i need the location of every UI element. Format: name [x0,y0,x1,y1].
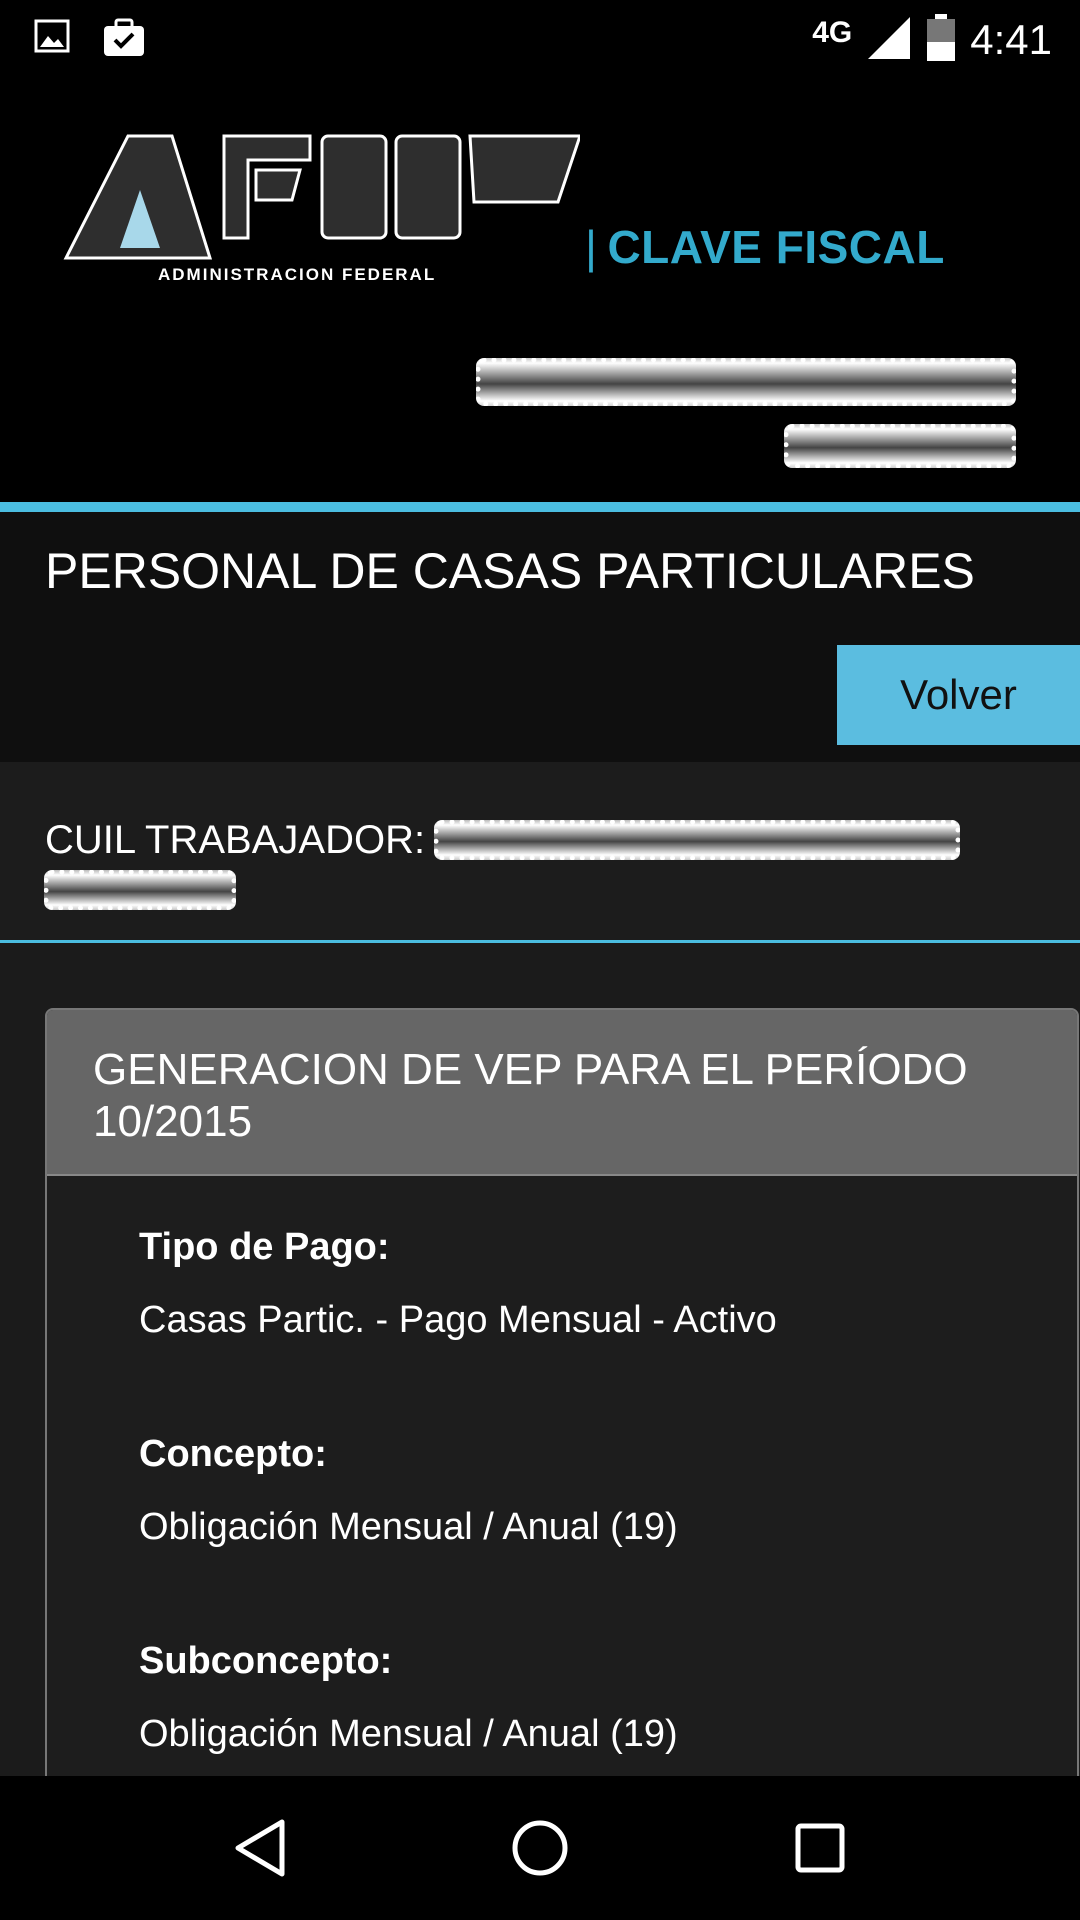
panel-title: GENERACION DE VEP PARA EL PERÍODO 10/201… [47,1010,1077,1176]
app-header: ADMINISTRACION FEDERAL | CLAVE FISCAL [0,80,1080,502]
redacted-user-id [784,424,1016,468]
worker-info: CUIL TRABAJADOR: [0,762,1080,942]
concept-field: Concepto: Obligación Mensual / Anual (19… [139,1433,678,1549]
field-value: Obligación Mensual / Anual (19) [139,1713,678,1755]
payment-type-field: Tipo de Pago: Casas Partic. - Pago Mensu… [139,1226,777,1342]
title-section: PERSONAL DE CASAS PARTICULARES Volver [0,512,1080,762]
redacted-cuil-number [434,820,960,860]
recents-nav-icon[interactable] [775,1803,865,1893]
signal-icon [866,15,912,66]
field-label: Concepto: [139,1433,327,1475]
subconcept-field: Subconcepto: Obligación Mensual / Anual … [139,1640,678,1756]
field-label: Subconcepto: [139,1640,393,1682]
battery-icon [926,13,956,67]
logo-caption: ADMINISTRACION FEDERAL [158,265,436,284]
brand-label: CLAVE FISCAL [607,221,945,273]
redacted-user-name [476,358,1016,406]
worker-divider [0,940,1080,943]
image-icon [34,18,70,63]
home-nav-icon[interactable] [495,1803,585,1893]
status-bar: 4G 4:41 [0,0,1080,80]
briefcase-check-icon [102,18,146,63]
network-type-label: 4G [812,16,853,49]
brand-separator: | [585,221,598,273]
system-nav-bar [0,1776,1080,1920]
page-title: PERSONAL DE CASAS PARTICULARES [45,543,975,599]
vep-panel: GENERACION DE VEP PARA EL PERÍODO 10/201… [45,1008,1079,1908]
back-nav-icon[interactable] [215,1803,305,1893]
cuil-label: CUIL TRABAJADOR: [45,818,426,862]
field-label: Tipo de Pago: [139,1226,390,1268]
afip-logo: ADMINISTRACION FEDERAL [60,130,583,295]
clock: 4:41 [970,16,1052,63]
field-value: Obligación Mensual / Anual (19) [139,1506,678,1548]
clave-fiscal-label: | CLAVE FISCAL [585,220,945,274]
field-value: Casas Partic. - Pago Mensual - Activo [139,1299,777,1341]
back-button[interactable]: Volver [837,645,1080,745]
redacted-worker-name [44,870,236,910]
header-divider [0,502,1080,512]
